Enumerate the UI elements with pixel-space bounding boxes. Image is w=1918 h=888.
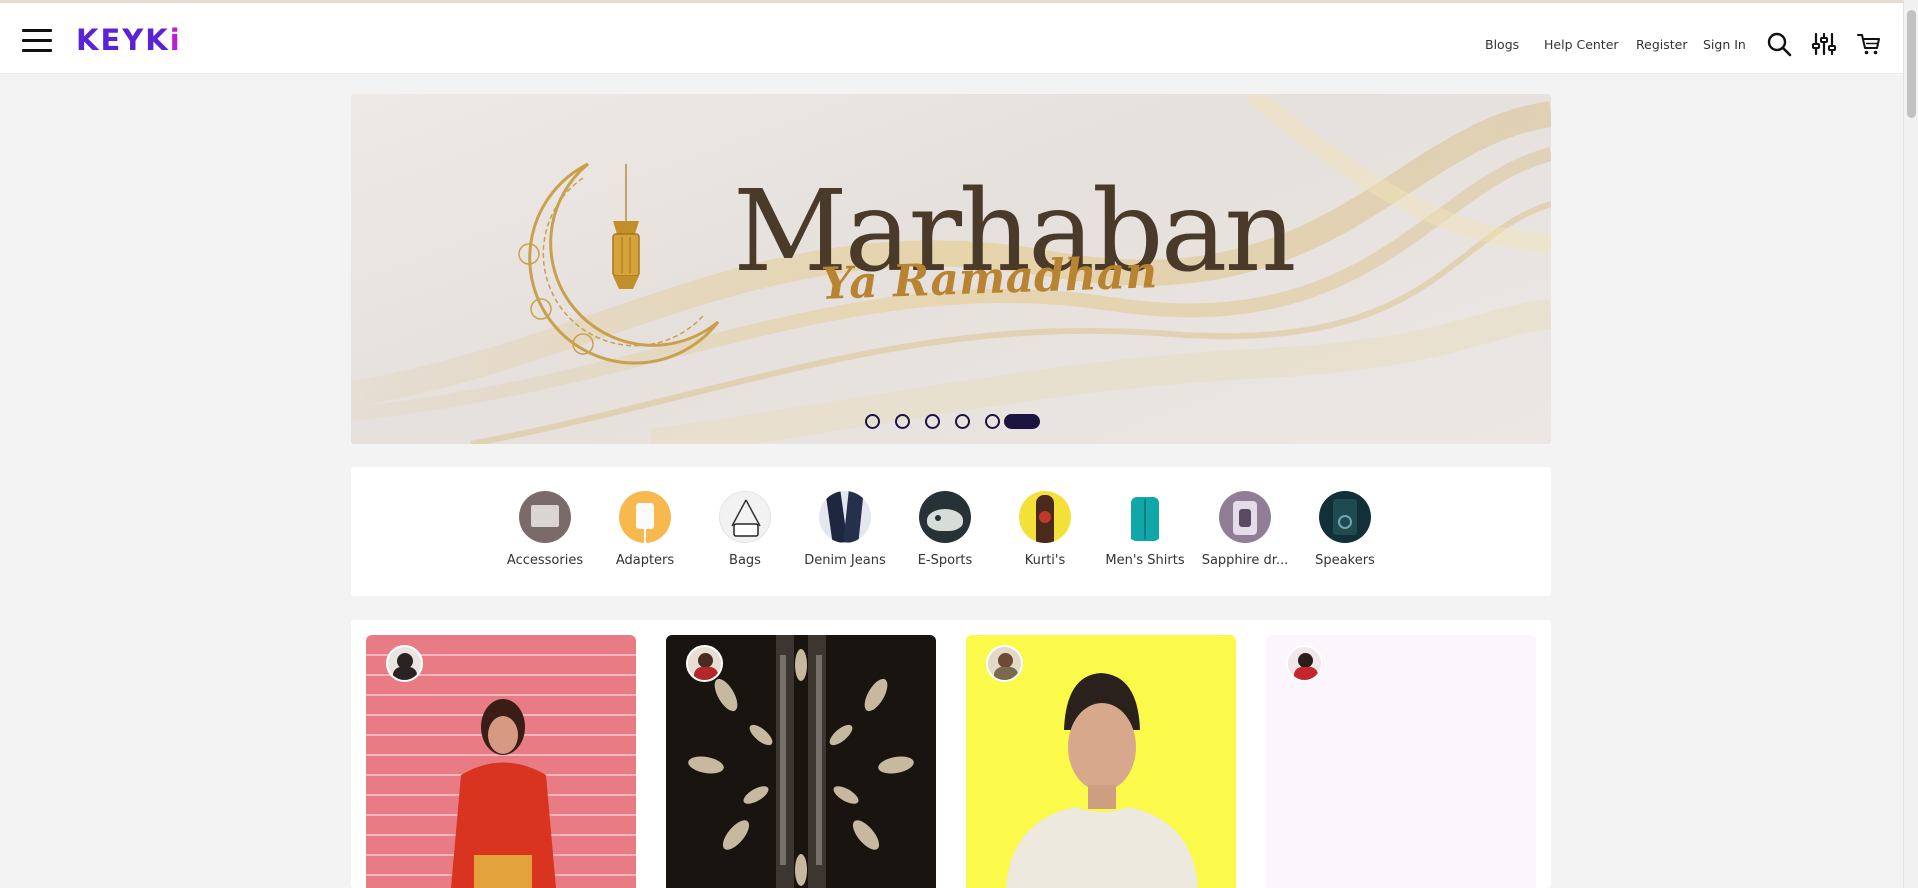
kurtis-thumbnail: [1019, 491, 1071, 543]
product-card-mens-tee[interactable]: [966, 635, 1236, 888]
category-sapphire-dresses[interactable]: Sapphire dr...: [1200, 491, 1290, 568]
top-navbar: KEYKi Blogs Help Center Register Sign In: [0, 3, 1903, 74]
nav-blogs[interactable]: Blogs: [1485, 37, 1519, 52]
carousel-dot-1[interactable]: [865, 414, 880, 429]
site-logo[interactable]: KEYKi: [76, 24, 182, 56]
category-mens-shirts[interactable]: Men's Shirts: [1100, 491, 1190, 568]
page-scrollbar[interactable]: [1903, 0, 1918, 888]
category-denim-jeans[interactable]: Denim Jeans: [800, 491, 890, 568]
speakers-thumbnail: [1319, 491, 1371, 543]
seller-avatar[interactable]: [686, 645, 723, 682]
category-label: Kurti's: [1024, 553, 1066, 568]
carousel-dot-3[interactable]: [925, 414, 940, 429]
category-accessories[interactable]: Accessories: [500, 491, 590, 568]
category-strip: Accessories Adapters Bags Denim Jeans E-…: [351, 467, 1551, 596]
seller-avatar[interactable]: [386, 645, 423, 682]
hero-banner[interactable]: Marhaban Ya Ramadhan: [351, 94, 1551, 444]
category-label: Bags: [729, 553, 761, 568]
seller-avatar[interactable]: [986, 645, 1023, 682]
category-label: Adapters: [615, 553, 675, 568]
nav-register[interactable]: Register: [1636, 37, 1687, 52]
product-card-mirror-decor[interactable]: [666, 635, 936, 888]
nav-sign-in[interactable]: Sign In: [1703, 37, 1746, 52]
seller-avatar[interactable]: [1286, 645, 1323, 682]
nav-help-center[interactable]: Help Center: [1544, 37, 1619, 52]
product-feed: [351, 620, 1551, 888]
filter-sliders-icon[interactable]: [1811, 31, 1837, 57]
category-label: Men's Shirts: [1105, 553, 1185, 568]
sapphire-thumbnail: [1219, 491, 1271, 543]
carousel-dot-4[interactable]: [955, 414, 970, 429]
carousel-dots: [865, 413, 1040, 430]
mens-shirts-thumbnail: [1119, 491, 1171, 543]
menu-icon[interactable]: [22, 29, 52, 53]
category-label: E-Sports: [917, 553, 973, 568]
category-kurtis[interactable]: Kurti's: [1000, 491, 1090, 568]
adapters-thumbnail: [619, 491, 671, 543]
category-speakers[interactable]: Speakers: [1300, 491, 1390, 568]
product-card-blank[interactable]: [1266, 635, 1536, 888]
logo-text: KEYKi: [76, 23, 182, 57]
scrollbar-thumb[interactable]: [1907, 10, 1916, 118]
bags-thumbnail: [719, 491, 771, 543]
carousel-dot-5[interactable]: [985, 414, 1000, 429]
product-card-red-top[interactable]: [366, 635, 636, 888]
category-label: Sapphire dr...: [1201, 553, 1289, 568]
category-label: Speakers: [1315, 553, 1375, 568]
category-bags[interactable]: Bags: [700, 491, 790, 568]
category-adapters[interactable]: Adapters: [600, 491, 690, 568]
category-e-sports[interactable]: E-Sports: [900, 491, 990, 568]
category-label: Denim Jeans: [804, 553, 886, 568]
e-sports-thumbnail: [919, 491, 971, 543]
category-label: Accessories: [506, 553, 584, 568]
cart-icon[interactable]: [1856, 31, 1882, 57]
denim-jeans-thumbnail: [819, 491, 871, 543]
carousel-dot-6-active[interactable]: [1004, 414, 1040, 429]
carousel-dot-2[interactable]: [895, 414, 910, 429]
accessories-thumbnail: [519, 491, 571, 543]
search-icon[interactable]: [1766, 31, 1792, 57]
